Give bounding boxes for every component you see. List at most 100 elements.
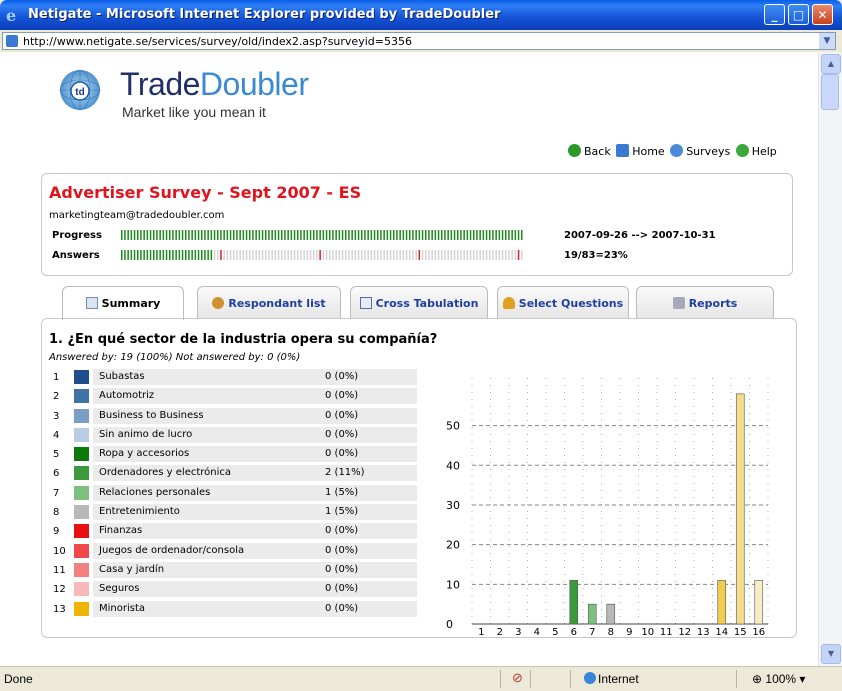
minimize-button[interactable]: _ [764, 4, 785, 25]
table-row: 5 Ropa y accesorios 0 (0%) [49, 445, 419, 464]
table-row: 10 Juegos de ordenador/consola 0 (0%) [49, 542, 419, 561]
y-tick-label: 10 [446, 578, 460, 591]
table-row: 6 Ordenadores y electrónica 2 (11%) [49, 464, 419, 483]
x-tick-label: 5 [552, 627, 558, 636]
chart-bar [735, 393, 745, 625]
option-number: 8 [53, 507, 60, 519]
chart-bar [587, 603, 597, 625]
x-tick-label: 9 [626, 627, 632, 636]
address-field[interactable]: http://www.netigate.se/services/survey/o… [2, 32, 836, 50]
option-number: 7 [53, 487, 60, 499]
option-number: 10 [53, 545, 66, 557]
option-count: 2 (11%) [325, 467, 365, 479]
status-bar: Done ⊘ Internet ⊕ 100% ▾ [0, 666, 842, 691]
tab-select-questions[interactable]: Select Questions [497, 286, 629, 318]
tab-summary[interactable]: Summary [62, 286, 184, 320]
scroll-up-icon[interactable]: ▲ [821, 54, 841, 74]
option-color-swatch [74, 427, 89, 442]
answered-summary: Answered by: 19 (100%) Not answered by: … [49, 352, 301, 363]
option-label: Entretenimiento [93, 504, 417, 521]
survey-email: marketingteam@tradedoubler.com [49, 210, 225, 221]
surveys-link[interactable]: Surveys [670, 144, 730, 158]
top-nav: Back Home Surveys Help [568, 144, 779, 158]
close-button[interactable]: ✕ [812, 4, 833, 25]
window-title: Netigate - Microsoft Internet Explorer p… [28, 7, 501, 22]
checklist-icon [359, 297, 372, 309]
x-tick-label: 12 [678, 627, 691, 636]
address-bar: http://www.netigate.se/services/survey/o… [0, 30, 842, 52]
logo-tagline: Market like you mean it [122, 104, 266, 120]
option-count: 0 (0%) [325, 602, 359, 614]
help-icon [735, 144, 749, 157]
table-row: 13 Minorista 0 (0%) [49, 600, 419, 619]
option-color-swatch [74, 466, 89, 481]
option-number: 12 [53, 584, 66, 596]
x-tick-label: 13 [697, 627, 710, 636]
survey-info-box: Advertiser Survey - Sept 2007 - ES marke… [41, 173, 793, 276]
back-link[interactable]: Back [568, 144, 611, 158]
surveys-icon [670, 144, 684, 157]
answers-label: Answers [52, 250, 100, 261]
table-row: 8 Entretenimiento 1 (5%) [49, 503, 419, 522]
x-tick-label: 4 [534, 627, 540, 636]
tab-cross-tabulation[interactable]: Cross Tabulation [350, 286, 488, 318]
option-count: 1 (5%) [325, 486, 359, 498]
option-count: 0 (0%) [325, 544, 359, 556]
x-tick-label: 16 [752, 627, 765, 636]
option-color-swatch [74, 485, 89, 500]
address-dropdown-icon[interactable]: ▼ [819, 33, 835, 49]
home-link[interactable]: Home [616, 144, 665, 158]
option-color-swatch [74, 562, 89, 577]
x-tick-label: 11 [660, 627, 673, 636]
option-label: Finanzas [93, 523, 417, 540]
privacy-icon[interactable]: ⊘ [512, 670, 523, 686]
option-color-swatch [74, 543, 89, 558]
option-count: 1 (5%) [325, 506, 359, 518]
option-label: Ropa y accesorios [93, 446, 417, 463]
chart-bar [754, 580, 764, 625]
option-label: Juegos de ordenador/consola [93, 542, 417, 559]
x-tick-label: 6 [571, 627, 577, 636]
option-count: 0 (0%) [325, 448, 359, 460]
option-number: 13 [53, 603, 66, 615]
x-tick-label: 14 [715, 627, 728, 636]
option-label: Seguros [93, 581, 417, 598]
printer-icon [672, 297, 685, 309]
option-color-swatch [74, 505, 89, 520]
zoom-level[interactable]: ⊕ 100% ▾ [752, 672, 805, 686]
help-link[interactable]: Help [735, 144, 777, 158]
ie-logo-icon: e [6, 6, 17, 25]
vertical-scrollbar[interactable]: ▲ ▼ [818, 52, 842, 666]
option-count: 0 (0%) [325, 525, 359, 537]
security-zone: Internet [598, 672, 639, 686]
tab-respondant-list[interactable]: Respondant list [197, 286, 341, 318]
maximize-button[interactable]: □ [788, 4, 809, 25]
survey-title: Advertiser Survey - Sept 2007 - ES [49, 183, 362, 202]
home-icon [616, 144, 630, 157]
x-tick-label: 8 [608, 627, 614, 636]
question-title: 1. ¿En qué sector de la industria opera … [49, 332, 438, 347]
x-tick-label: 3 [515, 627, 521, 636]
tab-reports[interactable]: Reports [636, 286, 774, 318]
x-tick-label: 2 [497, 627, 503, 636]
progress-label: Progress [52, 230, 102, 241]
results-bar-chart: 010203040501 2 3 4 5 6 7 8 9 10 11 12 13 14 15 16 [446, 378, 769, 636]
y-tick-label: 30 [446, 499, 460, 512]
option-number: 9 [53, 526, 60, 538]
y-tick-label: 50 [446, 420, 460, 433]
option-count: 0 (0%) [325, 409, 359, 421]
option-label: Ordenadores y electrónica [93, 465, 417, 482]
tradedoubler-globe-icon: td [59, 69, 101, 111]
option-number: 11 [53, 564, 66, 576]
scroll-thumb[interactable] [821, 74, 839, 110]
scroll-down-icon[interactable]: ▼ [821, 644, 841, 664]
logo-wordmark: TradeDoubler [120, 66, 309, 102]
x-tick-label: 15 [734, 627, 747, 636]
x-tick-label: 7 [589, 627, 595, 636]
y-tick-label: 40 [446, 459, 460, 472]
status-text: Done [4, 672, 33, 686]
option-number: 2 [53, 391, 60, 403]
options-table: 1 Subastas 0 (0%) 2 Automotriz 0 (0%) 3 Busines… [49, 368, 419, 619]
svg-text:td: td [75, 87, 84, 98]
table-row: 3 Business to Business 0 (0%) [49, 407, 419, 426]
